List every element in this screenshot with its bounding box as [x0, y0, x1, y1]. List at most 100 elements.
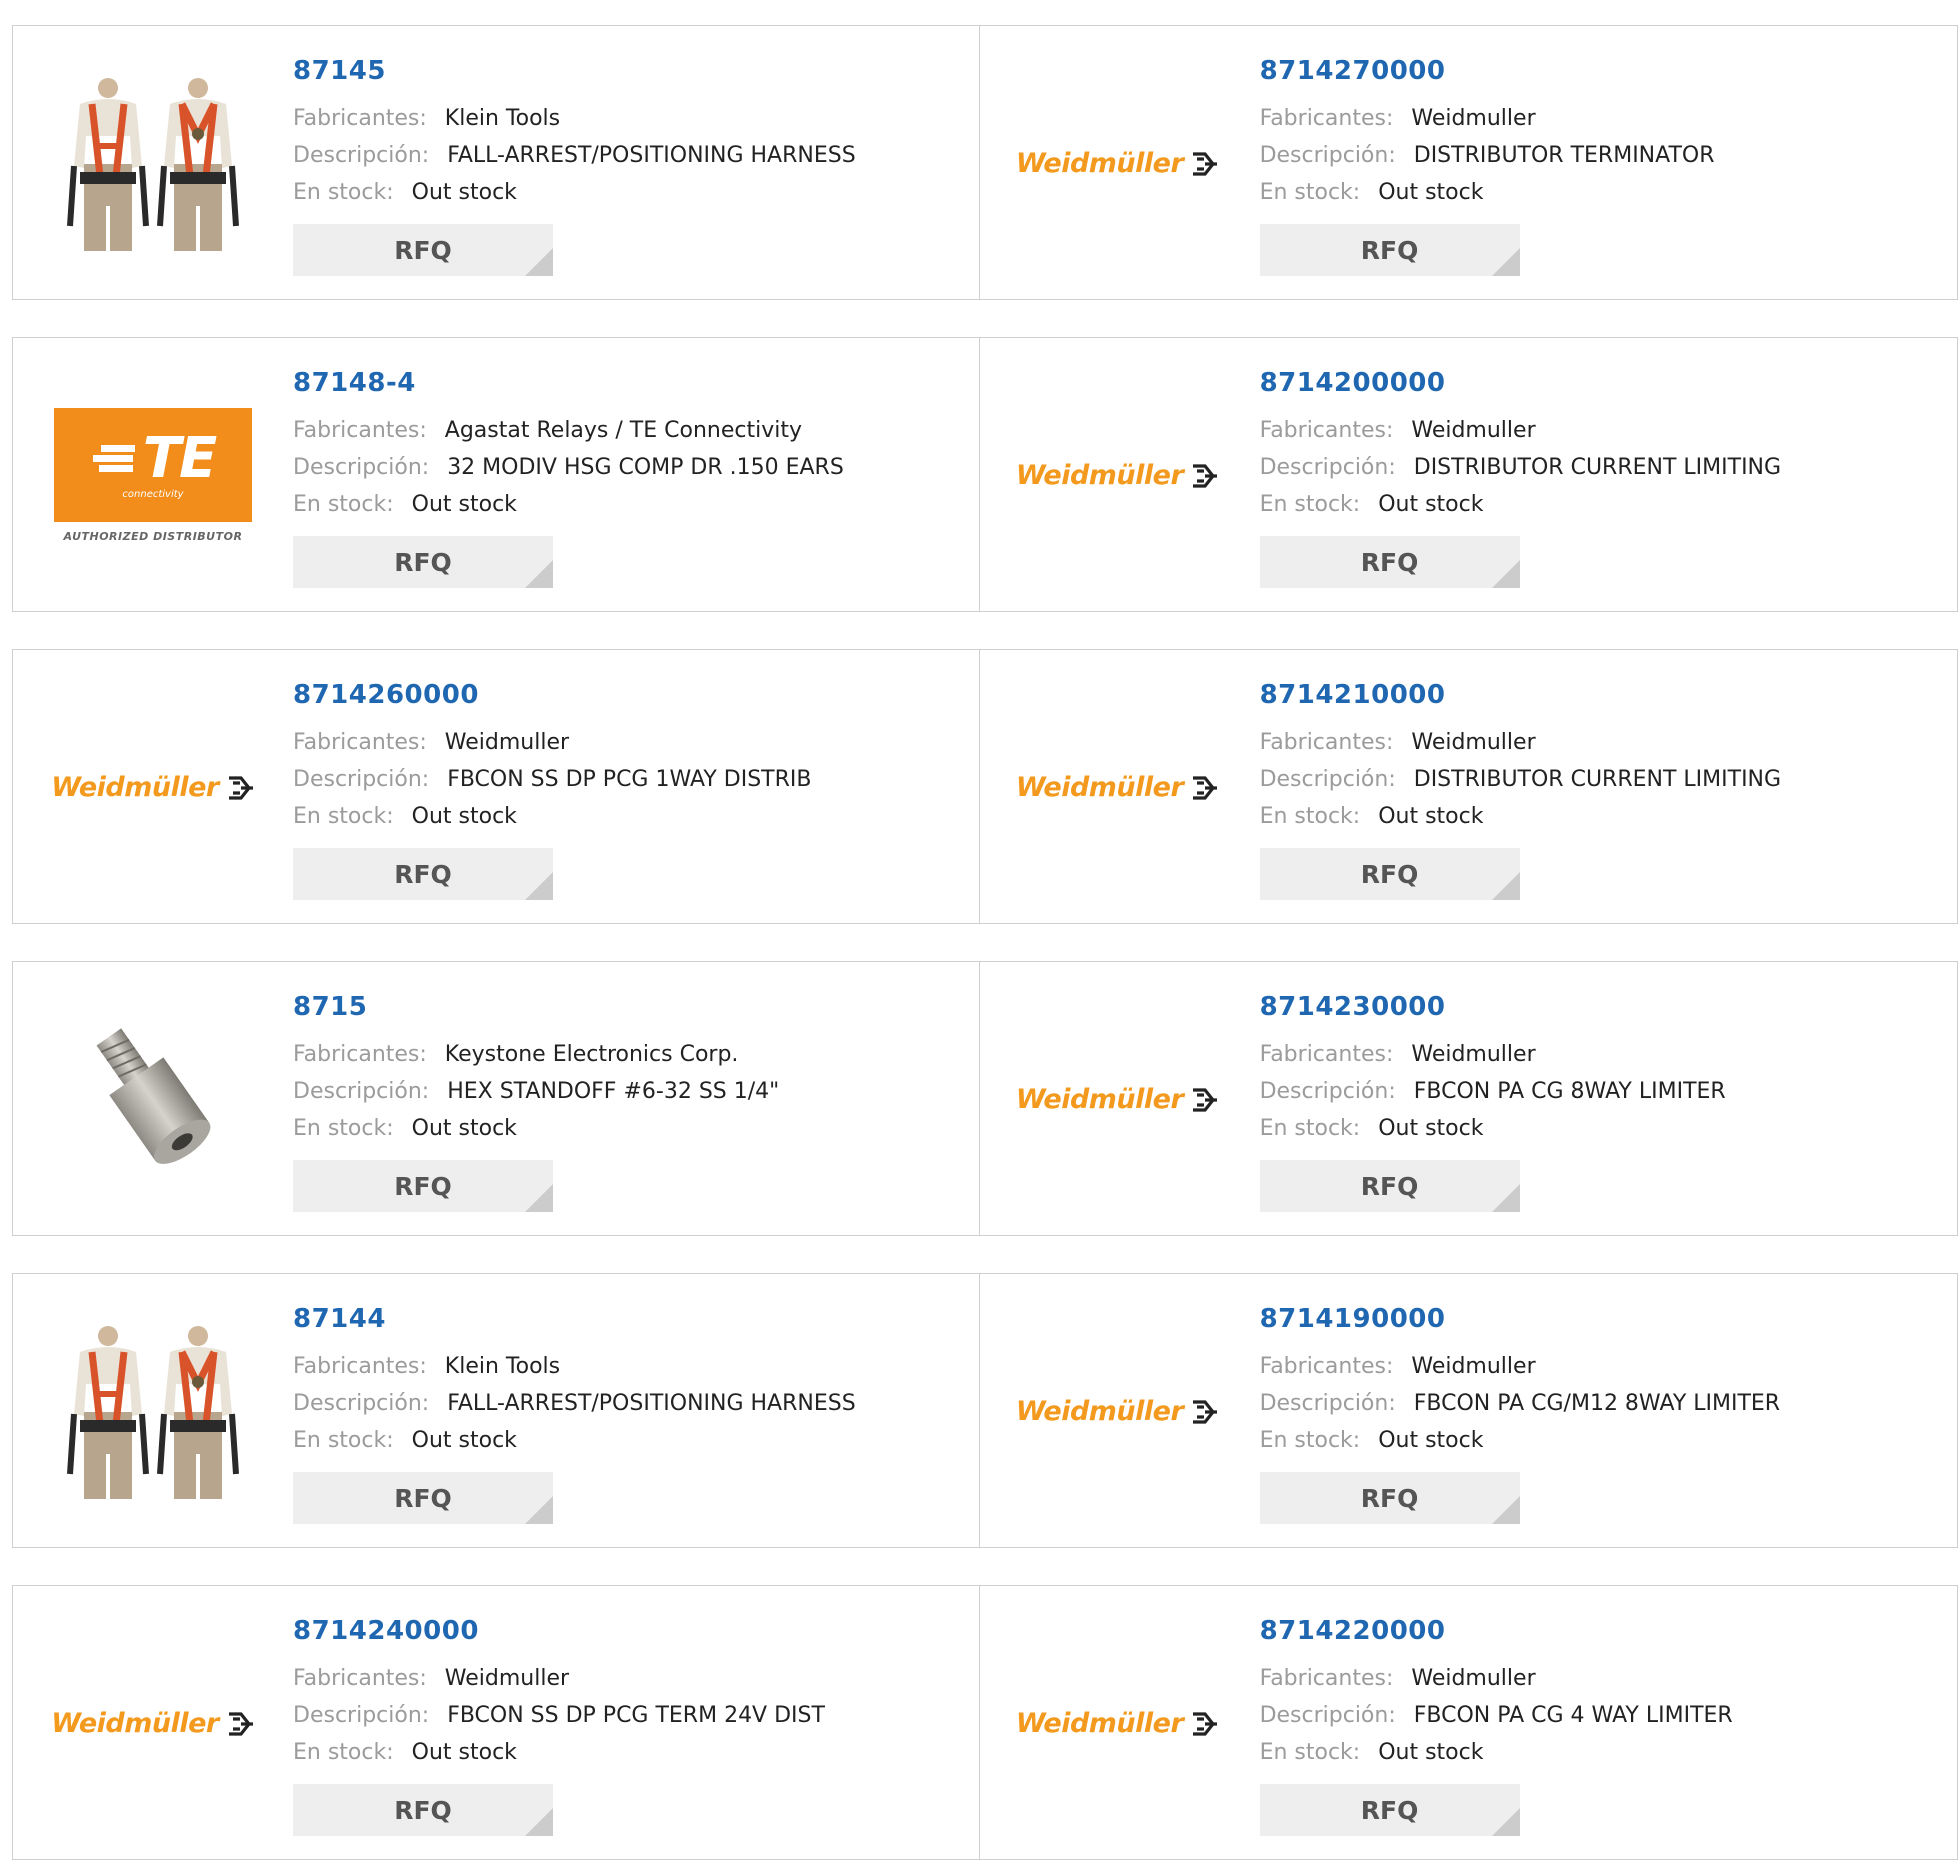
description-label: Descripción: — [293, 455, 430, 480]
hex-standoff-image — [96, 1027, 211, 1164]
stock-label: En stock: — [293, 1740, 394, 1765]
rfq-label: RFQ — [394, 1171, 452, 1201]
part-number-link[interactable]: 8714200000 — [1260, 368, 1782, 398]
product-card: Weidmüller 8714220000 Fabricantes: Weidmu… — [979, 1585, 1958, 1860]
rfq-button[interactable]: RFQ — [293, 1160, 553, 1212]
corner-triangle-icon — [525, 248, 553, 276]
manufacturer-row: Fabricantes: Agastat Relays / TE Connecti… — [293, 412, 844, 449]
product-thumbnail[interactable]: Weidmüller — [1016, 76, 1218, 251]
product-card: Weidmüller 8714260000 Fabricantes: Weidmu… — [12, 649, 980, 924]
product-thumbnail[interactable]: Weidmüller — [1016, 700, 1219, 875]
description-value: DISTRIBUTOR TERMINATOR — [1413, 143, 1715, 168]
rfq-label: RFQ — [394, 1483, 452, 1513]
rfq-label: RFQ — [1360, 1171, 1419, 1201]
stock-label: En stock: — [293, 1116, 394, 1141]
rfq-button[interactable]: RFQ — [293, 848, 553, 900]
description-row: Descripción: DISTRIBUTOR TERMINATOR — [1260, 137, 1715, 174]
product-grid: 87145 Fabricantes: Klein Tools Descripció… — [0, 0, 1958, 1860]
product-info: 8714260000 Fabricantes: Weidmuller Descri… — [293, 680, 812, 900]
rfq-label: RFQ — [1360, 859, 1419, 889]
rfq-button[interactable]: RFQ — [293, 536, 553, 588]
stock-value: Out stock — [411, 804, 517, 829]
part-number-link[interactable]: 8715 — [293, 992, 779, 1022]
description-row: Descripción: FBCON PA CG 4 WAY LIMITER — [1260, 1697, 1733, 1734]
manufacturer-row: Fabricantes: Weidmuller — [1260, 1660, 1733, 1697]
description-label: Descripción: — [1259, 1079, 1396, 1104]
part-number-link[interactable]: 8714270000 — [1260, 56, 1715, 86]
te-mark: TE — [142, 425, 217, 491]
corner-triangle-icon — [1491, 872, 1520, 900]
product-info: 8714240000 Fabricantes: Weidmuller Descri… — [293, 1616, 825, 1836]
rfq-button[interactable]: RFQ — [1259, 848, 1520, 900]
product-thumbnail[interactable] — [53, 1012, 253, 1187]
part-number-link[interactable]: 87145 — [293, 56, 856, 86]
product-thumbnail[interactable]: TE connectivity AUTHORIZED DISTRIBUTOR — [53, 388, 253, 563]
product-thumbnail[interactable]: Weidmüller — [51, 1636, 253, 1811]
part-number-link[interactable]: 8714240000 — [293, 1616, 825, 1646]
product-thumbnail[interactable]: Weidmüller — [51, 700, 253, 875]
part-number-link[interactable]: 87148-4 — [293, 368, 844, 398]
description-value: FALL-ARREST/POSITIONING HARNESS — [447, 1391, 856, 1416]
weidmuller-logo: Weidmüller — [1016, 1084, 1219, 1115]
description-value: DISTRIBUTOR CURRENT LIMITING — [1413, 767, 1782, 792]
rfq-button[interactable]: RFQ — [1259, 1160, 1520, 1212]
rfq-button[interactable]: RFQ — [293, 224, 553, 276]
part-number-link[interactable]: 87144 — [293, 1304, 856, 1334]
manufacturer-label: Fabricantes: — [1259, 418, 1394, 443]
rfq-button[interactable]: RFQ — [1259, 1784, 1520, 1836]
description-row: Descripción: FALL-ARREST/POSITIONING HARN… — [293, 137, 856, 174]
description-row: Descripción: DISTRIBUTOR CURRENT LIMITING — [1260, 449, 1782, 486]
corner-triangle-icon — [1491, 560, 1520, 588]
corner-triangle-icon — [1491, 1808, 1520, 1836]
weidmuller-logo: Weidmüller — [1016, 772, 1219, 803]
manufacturer-label: Fabricantes: — [293, 730, 427, 755]
rfq-button[interactable]: RFQ — [1259, 536, 1520, 588]
product-row: TE connectivity AUTHORIZED DISTRIBUTOR 871… — [12, 337, 1958, 612]
stock-label: En stock: — [1259, 1740, 1361, 1765]
weidmuller-symbol-icon — [1193, 151, 1218, 176]
weidmuller-wordmark: Weidmüller — [51, 772, 219, 803]
part-number-link[interactable]: 8714260000 — [293, 680, 812, 710]
manufacturer-label: Fabricantes: — [293, 418, 427, 443]
part-number-link[interactable]: 8714220000 — [1260, 1616, 1733, 1646]
manufacturer-value: Weidmuller — [1411, 730, 1536, 755]
te-distributor-text: AUTHORIZED DISTRIBUTOR — [63, 530, 243, 543]
manufacturer-value: Weidmuller — [1411, 418, 1536, 443]
rfq-button[interactable]: RFQ — [1259, 1472, 1520, 1524]
product-card: Weidmüller 8714230000 Fabricantes: Weidmu… — [979, 961, 1958, 1236]
stock-row: En stock: Out stock — [293, 174, 856, 211]
product-thumbnail[interactable]: Weidmüller — [1016, 1012, 1219, 1187]
part-number-link[interactable]: 8714190000 — [1260, 1304, 1781, 1334]
stock-row: En stock: Out stock — [293, 1110, 779, 1147]
description-label: Descripción: — [1259, 767, 1396, 792]
corner-triangle-icon — [525, 560, 553, 588]
description-value: FBCON PA CG/M12 8WAY LIMITER — [1413, 1391, 1781, 1416]
part-number-link[interactable]: 8714230000 — [1260, 992, 1726, 1022]
product-thumbnail[interactable] — [53, 76, 253, 251]
description-value: FBCON PA CG 4 WAY LIMITER — [1413, 1703, 1733, 1728]
manufacturer-label: Fabricantes: — [1259, 1666, 1394, 1691]
rfq-button[interactable]: RFQ — [1259, 224, 1520, 276]
stock-row: En stock: Out stock — [1260, 1734, 1733, 1771]
harness-image — [66, 76, 240, 251]
product-thumbnail[interactable]: Weidmüller — [1016, 388, 1219, 563]
product-info: 87145 Fabricantes: Klein Tools Descripció… — [293, 56, 856, 276]
product-thumbnail[interactable]: Weidmüller — [1016, 1324, 1218, 1499]
rfq-label: RFQ — [394, 547, 452, 577]
product-thumbnail[interactable]: Weidmüller — [1016, 1636, 1218, 1811]
description-row: Descripción: FBCON SS DP PCG 1WAY DISTRIB — [293, 761, 812, 798]
product-card: TE connectivity AUTHORIZED DISTRIBUTOR 871… — [12, 337, 980, 612]
product-thumbnail[interactable] — [53, 1324, 253, 1499]
te-sub: connectivity — [122, 488, 184, 500]
product-info: 8714190000 Fabricantes: Weidmuller Descri… — [1259, 1304, 1781, 1524]
stock-label: En stock: — [1259, 804, 1361, 829]
rfq-button[interactable]: RFQ — [293, 1784, 553, 1836]
stock-value: Out stock — [1378, 1740, 1484, 1765]
part-number-link[interactable]: 8714210000 — [1260, 680, 1782, 710]
manufacturer-label: Fabricantes: — [293, 1666, 427, 1691]
manufacturer-value: Agastat Relays / TE Connectivity — [444, 418, 802, 443]
weidmuller-logo: Weidmüller — [1016, 460, 1219, 491]
manufacturer-value: Weidmuller — [1411, 1354, 1536, 1379]
rfq-button[interactable]: RFQ — [293, 1472, 553, 1524]
te-connectivity-logo: TE connectivity AUTHORIZED DISTRIBUTOR — [53, 408, 253, 543]
